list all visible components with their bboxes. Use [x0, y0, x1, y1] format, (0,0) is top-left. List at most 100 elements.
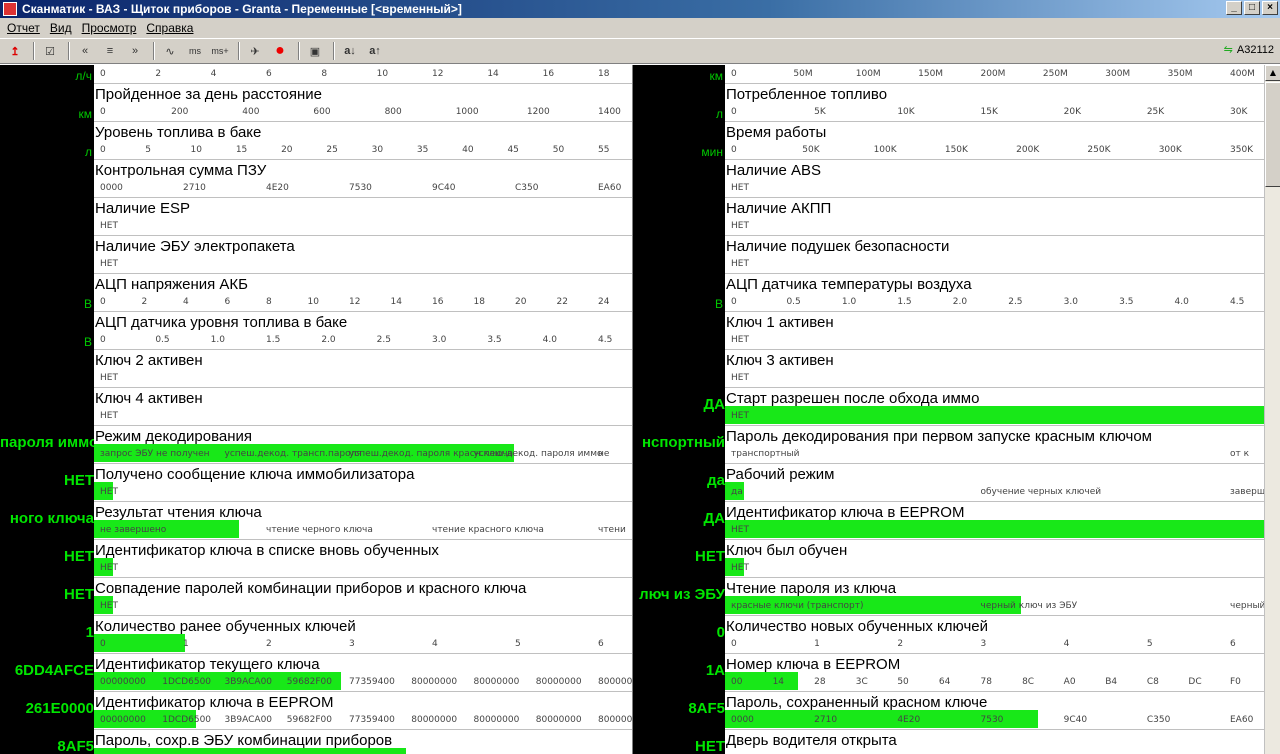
- tick-label: 5: [515, 639, 521, 649]
- tick-label: 0: [731, 107, 737, 117]
- gauge-value: ДА: [633, 502, 725, 540]
- gauge-name: Идентификатор ключа в EEPROM: [726, 504, 965, 521]
- forward-icon[interactable]: »: [124, 41, 146, 61]
- gauge-row[interactable]: 8AF5 Пароль, сохр.в ЭБУ комбинации прибор…: [0, 730, 632, 754]
- tick-label: 250M: [1042, 69, 1068, 79]
- gauge-value: нспортный: [633, 426, 725, 464]
- gauge-row[interactable]: Ключ 3 активен НЕТ: [633, 350, 1264, 388]
- gauge-row[interactable]: НЕТ Идентификатор ключа в списке вновь об…: [0, 540, 632, 578]
- gauge-value: НЕТ: [0, 578, 94, 616]
- tick-label: НЕТ: [731, 183, 749, 193]
- gauge-row[interactable]: пароля иммо Режим декодирования запрос ЭБУ…: [0, 426, 632, 464]
- gauge-value: км: [633, 65, 725, 84]
- gauge-row[interactable]: ного ключа Результат чтения ключа не завер…: [0, 502, 632, 540]
- gauge-value: люч из ЭБУ: [633, 578, 725, 616]
- tick-label: 8000000: [598, 677, 632, 687]
- list-icon[interactable]: ≡: [99, 41, 121, 61]
- sort-up-icon[interactable]: a↑: [364, 41, 386, 61]
- gauge-row[interactable]: Наличие ABS НЕТ: [633, 160, 1264, 198]
- gauge-value: [633, 160, 725, 198]
- tick-label: 150K: [944, 145, 968, 155]
- gauge-row[interactable]: НЕТ Получено сообщение ключа иммобилизато…: [0, 464, 632, 502]
- gauge-row[interactable]: В АЦП напряжения АКБ 0 2 4 6 8 10 12 14 16 18 20 22 24: [0, 274, 632, 312]
- maximize-button[interactable]: □: [1244, 1, 1260, 15]
- rewind-icon[interactable]: «: [74, 41, 96, 61]
- gauge-name: Наличие АКПП: [726, 200, 832, 217]
- gauge-row[interactable]: да Рабочий режим да обучение черных ключей з…: [633, 464, 1264, 502]
- gauge-row[interactable]: км Пройденное за день расстояние 0 200 400 60…: [0, 84, 632, 122]
- gauge-row[interactable]: нспортный Пароль декодирования при первом…: [633, 426, 1264, 464]
- tick-label: 16: [542, 69, 555, 79]
- gauge-row[interactable]: люч из ЭБУ Чтение пароля из ключа красные …: [633, 578, 1264, 616]
- gauge-name: Идентификатор ключа в списке вновь обуче…: [95, 542, 439, 559]
- gauge-row[interactable]: Ключ 1 активен НЕТ: [633, 312, 1264, 350]
- plane-icon[interactable]: ✈: [244, 41, 266, 61]
- gauge-row[interactable]: В АЦП датчика температуры воздуха 0 0.5 1.0 1…: [633, 274, 1264, 312]
- menu-browse[interactable]: Просмотр: [77, 18, 142, 38]
- tick-label: 3.5: [1119, 297, 1134, 307]
- tick-label: 1400: [598, 107, 621, 117]
- scroll-thumb[interactable]: [1265, 82, 1280, 187]
- exit-icon[interactable]: ↥: [4, 41, 26, 61]
- gauge-row[interactable]: Наличие ЭБУ электропакета НЕТ: [0, 236, 632, 274]
- gauge-row[interactable]: Наличие ESP НЕТ: [0, 198, 632, 236]
- record-icon[interactable]: ●: [269, 41, 291, 61]
- tick-label: 80000000: [535, 715, 582, 725]
- gauge-row[interactable]: НЕТ Совпадение паролей комбинации приборо…: [0, 578, 632, 616]
- gauge-unit: В: [714, 297, 723, 311]
- gauge-scale: Пароль декодирования при первом запуске …: [725, 426, 1264, 464]
- gauge-value: [633, 350, 725, 388]
- gauge-row[interactable]: 1A Номер ключа в EEPROM 00 14 28 3C 50 64 78 8C A0…: [633, 654, 1264, 692]
- gauge-row[interactable]: л Потребленное топливо 0 5K 10K 15K 20K 25K 30K: [633, 84, 1264, 122]
- menu-help[interactable]: Справка: [141, 18, 198, 38]
- gauge-row[interactable]: 261E0000 Идентификатор ключа в EEPROM 0000…: [0, 692, 632, 730]
- scroll-up-icon[interactable]: ▲: [1265, 65, 1280, 81]
- ms-icon[interactable]: ms: [184, 41, 206, 61]
- gauge-unit: В: [83, 335, 92, 349]
- gauge-scale: АЦП напряжения АКБ 0 2 4 6 8 10 12 14 16 18 20 22 24: [94, 274, 632, 312]
- close-button[interactable]: ×: [1262, 1, 1278, 15]
- gauge-row[interactable]: Наличие АКПП НЕТ: [633, 198, 1264, 236]
- gauge-name: Время работы: [726, 124, 827, 141]
- gauge-value: 8AF5: [0, 730, 94, 754]
- tick-label: 2: [266, 639, 272, 649]
- gauge-row[interactable]: 1 Количество ранее обученных ключей 0 1 2 3 4 5…: [0, 616, 632, 654]
- gauge-row[interactable]: Наличие подушек безопасности НЕТ: [633, 236, 1264, 274]
- tick-label: 2710: [183, 183, 206, 193]
- menu-view[interactable]: Вид: [45, 18, 77, 38]
- gauge-row[interactable]: км 0 50M 100M 150M 200M 250M 300M 350M 400M: [633, 65, 1264, 84]
- sort-down-icon[interactable]: a↓: [339, 41, 361, 61]
- gauge-row[interactable]: 8AF5 Пароль, сохраненный красном ключе 000…: [633, 692, 1264, 730]
- gauge-value: [0, 350, 94, 388]
- gauge-row[interactable]: л Уровень топлива в баке 0 5 10 15 20 25 30 35 40 4…: [0, 122, 632, 160]
- menu-report[interactable]: Отчет: [2, 18, 45, 38]
- gauge-row[interactable]: Ключ 2 активен НЕТ: [0, 350, 632, 388]
- gauge-row[interactable]: Ключ 4 активен НЕТ: [0, 388, 632, 426]
- gauge-row[interactable]: НЕТ Дверь водителя открыта: [633, 730, 1264, 754]
- tick-label: 100K: [873, 145, 897, 155]
- gauge-value-text: 8AF5: [57, 738, 94, 754]
- gauge-ticks: НЕТ: [94, 411, 632, 423]
- gauge-row[interactable]: НЕТ Ключ был обучен НЕТ: [633, 540, 1264, 578]
- gauge-row[interactable]: 0 Количество новых обученных ключей 0 1 2 3 4 5…: [633, 616, 1264, 654]
- save-icon[interactable]: ▣: [304, 41, 326, 61]
- tick-label: 35: [416, 145, 429, 155]
- tick-label: 350M: [1167, 69, 1193, 79]
- gauge-name: Идентификатор текущего ключа: [95, 656, 320, 673]
- minimize-button[interactable]: _: [1226, 1, 1242, 15]
- ms-plus-icon[interactable]: ms+: [209, 41, 231, 61]
- checklist-icon[interactable]: ☑: [39, 41, 61, 61]
- vertical-scrollbar[interactable]: ▲: [1264, 65, 1280, 754]
- tick-label: 4.0: [542, 335, 557, 345]
- wave-icon[interactable]: ∿: [159, 41, 181, 61]
- gauge-ticks: НЕТ: [725, 373, 1264, 385]
- gauge-ticks: 00 14 28 3C 50 64 78 8C A0 B4 C8 DC F0: [725, 677, 1264, 689]
- gauge-row[interactable]: мин Время работы 0 50K 100K 150K 200K 250K 300K 3…: [633, 122, 1264, 160]
- gauge-row[interactable]: л/ч 0 2 4 6 8 10 12 14 16 18: [0, 65, 632, 84]
- gauge-row[interactable]: ДА Старт разрешен после обхода иммо НЕТ: [633, 388, 1264, 426]
- gauge-row[interactable]: Контрольная сумма ПЗУ 0000 2710 4E20 7530 9C4…: [0, 160, 632, 198]
- tick-label: чтени: [598, 525, 626, 535]
- gauge-row[interactable]: ДА Идентификатор ключа в EEPROM НЕТ: [633, 502, 1264, 540]
- gauge-row[interactable]: В АЦП датчика уровня топлива в баке 0 0.5 1.…: [0, 312, 632, 350]
- gauge-row[interactable]: 6DD4AFCE Идентификатор текущего ключа 0000…: [0, 654, 632, 692]
